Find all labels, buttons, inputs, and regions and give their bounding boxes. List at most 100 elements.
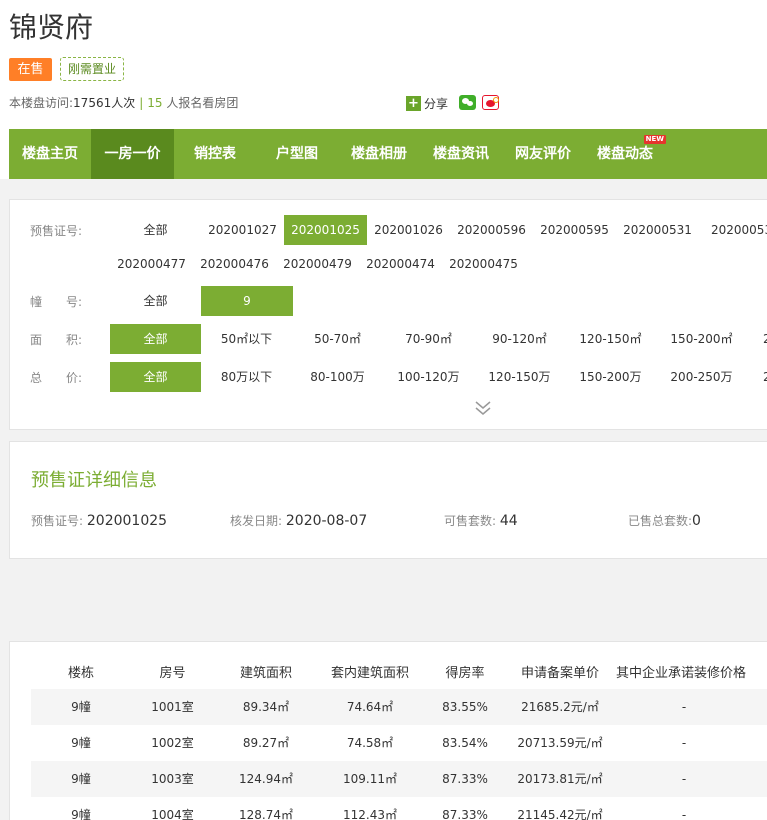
- area-option[interactable]: 50㎡以下: [201, 324, 292, 354]
- presale-option[interactable]: 202000479: [276, 249, 359, 279]
- table-cell: 128.74㎡: [239, 808, 293, 820]
- area-filter-label: 面 积:: [30, 333, 83, 347]
- visits-separator: |: [139, 96, 144, 110]
- cert-sold-label: 已售总套数:: [628, 514, 693, 528]
- table-cell: -: [681, 808, 687, 820]
- presale-option[interactable]: 202001027: [201, 215, 284, 245]
- price-table: 楼栋 房号 建筑面积 套内建筑面积 得房率 申请备案单价 其中企业承诺装修价格 …: [9, 641, 767, 820]
- table-cell: 9幢: [71, 772, 91, 786]
- area-option[interactable]: 90-120㎡: [474, 324, 565, 354]
- presale-option[interactable]: 202000531: [616, 215, 699, 245]
- nav-item-sales-table[interactable]: 销控表: [174, 129, 256, 179]
- table-cell: 89.27㎡: [242, 736, 290, 750]
- price-option[interactable]: 120-150万: [474, 362, 565, 392]
- building-option-selected[interactable]: 9: [201, 286, 293, 316]
- double-chevron-down-icon[interactable]: [473, 400, 493, 416]
- share-label: 分享: [424, 97, 449, 111]
- cert-date-value: 2020-08-07: [285, 513, 368, 529]
- table-row: 9幢 1004室 128.74㎡ 112.43㎡ 87.33% 21145.42…: [31, 797, 767, 820]
- nav-item-news[interactable]: 楼盘资讯: [420, 129, 502, 179]
- table-cell: -: [681, 700, 687, 714]
- nav-item-price-list[interactable]: 一房一价: [91, 129, 174, 179]
- share-plus-icon: +: [406, 96, 421, 111]
- price-option[interactable]: 100-120万: [383, 362, 474, 392]
- table-header: 申请备案单价: [520, 666, 599, 681]
- nav-item-reviews[interactable]: 网友评价: [502, 129, 584, 179]
- presale-option[interactable]: 202000595: [533, 215, 616, 245]
- table-row: 9幢 1002室 89.27㎡ 74.58㎡ 83.54% 20713.59元/…: [31, 725, 767, 761]
- presale-cert-panel: 预售证详细信息 预售证号: 202001025 核发日期: 2020-08-07…: [9, 441, 767, 559]
- nav-item-floor-plans[interactable]: 户型图: [256, 129, 338, 179]
- wechat-icon[interactable]: [459, 95, 476, 110]
- table-cell: 87.33%: [442, 808, 488, 820]
- table-cell: -: [681, 772, 687, 786]
- cert-presale: 预售证号: 202001025: [31, 512, 167, 529]
- table-row: 9幢 1001室 89.34㎡ 74.64㎡ 83.55% 21685.2元/㎡…: [31, 689, 767, 725]
- signup-link[interactable]: 人报名看房团: [166, 96, 238, 110]
- presale-filter-label: 预售证号:: [30, 224, 83, 238]
- presale-option[interactable]: 全部: [110, 215, 201, 245]
- table-header: 套内建筑面积: [330, 666, 409, 681]
- table-cell: 74.64㎡: [346, 700, 394, 714]
- price-option[interactable]: 250万以上: [747, 362, 767, 392]
- table-cell: 9幢: [71, 736, 91, 750]
- nav-item-album[interactable]: 楼盘相册: [338, 129, 420, 179]
- presale-option[interactable]: 202000477: [110, 249, 193, 279]
- building-option[interactable]: 全部: [110, 286, 201, 316]
- table-cell: 20173.81元/㎡: [517, 772, 603, 786]
- table-cell: 89.34㎡: [242, 700, 290, 714]
- visits-prefix: 本楼盘访问:: [9, 96, 74, 110]
- table-cell: 83.55%: [442, 700, 488, 714]
- area-option[interactable]: 150-200㎡: [656, 324, 747, 354]
- cert-presale-value: 202001025: [86, 513, 168, 529]
- table-cell: 1003室: [151, 772, 194, 786]
- cert-available-value: 44: [499, 513, 518, 529]
- area-option-selected[interactable]: 全部: [110, 324, 201, 354]
- table-header: 其中企业承诺装修价格: [615, 666, 746, 681]
- cert-sold: 已售总套数:0: [628, 512, 701, 529]
- category-tag: 刚需置业: [60, 57, 124, 81]
- price-option[interactable]: 80-100万: [292, 362, 383, 392]
- cert-sold-value: 0: [692, 513, 701, 529]
- presale-option[interactable]: 202000475: [442, 249, 525, 279]
- table-header: 楼栋: [67, 666, 94, 681]
- table-header: 得房率: [445, 666, 485, 681]
- main-nav: 楼盘主页 一房一价 销控表 户型图 楼盘相册 楼盘资讯 网友评价 楼盘动态 NE…: [9, 129, 767, 179]
- cert-date-label: 核发日期:: [230, 514, 283, 528]
- area-option[interactable]: 120-150㎡: [565, 324, 656, 354]
- cert-presale-label: 预售证号:: [31, 514, 84, 528]
- presale-option[interactable]: 202000596: [450, 215, 533, 245]
- table-cell: 83.54%: [442, 736, 488, 750]
- area-option[interactable]: 50-70㎡: [292, 324, 383, 354]
- area-option[interactable]: 200㎡以上: [747, 324, 767, 354]
- price-option[interactable]: 150-200万: [565, 362, 656, 392]
- nav-item-home[interactable]: 楼盘主页: [9, 129, 91, 179]
- nav-item-updates-label: 楼盘动态: [597, 146, 653, 162]
- cert-available: 可售套数: 44: [444, 512, 518, 529]
- presale-option-selected[interactable]: 202001025: [284, 215, 367, 245]
- table-cell: 1001室: [151, 700, 194, 714]
- price-option-selected[interactable]: 全部: [110, 362, 201, 392]
- table-cell: 87.33%: [442, 772, 488, 786]
- price-option[interactable]: 200-250万: [656, 362, 747, 392]
- table-row: 9幢 1003室 124.94㎡ 109.11㎡ 87.33% 20173.81…: [31, 761, 767, 797]
- weibo-icon[interactable]: [482, 95, 499, 110]
- area-option[interactable]: 70-90㎡: [383, 324, 474, 354]
- nav-item-updates[interactable]: 楼盘动态 NEW: [584, 129, 666, 179]
- table-header: 建筑面积: [239, 666, 292, 681]
- cert-available-label: 可售套数:: [444, 514, 497, 528]
- share-button[interactable]: + 分享: [406, 95, 448, 112]
- table-cell: 112.43㎡: [343, 808, 397, 820]
- presale-option[interactable]: 202000476: [193, 249, 276, 279]
- price-option[interactable]: 80万以下: [201, 362, 292, 392]
- presale-option[interactable]: 202001026: [367, 215, 450, 245]
- table-cell: 1004室: [151, 808, 194, 820]
- presale-option[interactable]: 202000530: [699, 215, 767, 245]
- visit-stats: 本楼盘访问:17561人次 | 15 人报名看房团: [9, 94, 238, 111]
- table-cell: 1002室: [151, 736, 194, 750]
- table-cell: 21685.2元/㎡: [521, 700, 599, 714]
- presale-option[interactable]: 202000474: [359, 249, 442, 279]
- table-cell: 20713.59元/㎡: [517, 736, 603, 750]
- signup-count: 15: [147, 96, 163, 110]
- table-cell: -: [681, 736, 687, 750]
